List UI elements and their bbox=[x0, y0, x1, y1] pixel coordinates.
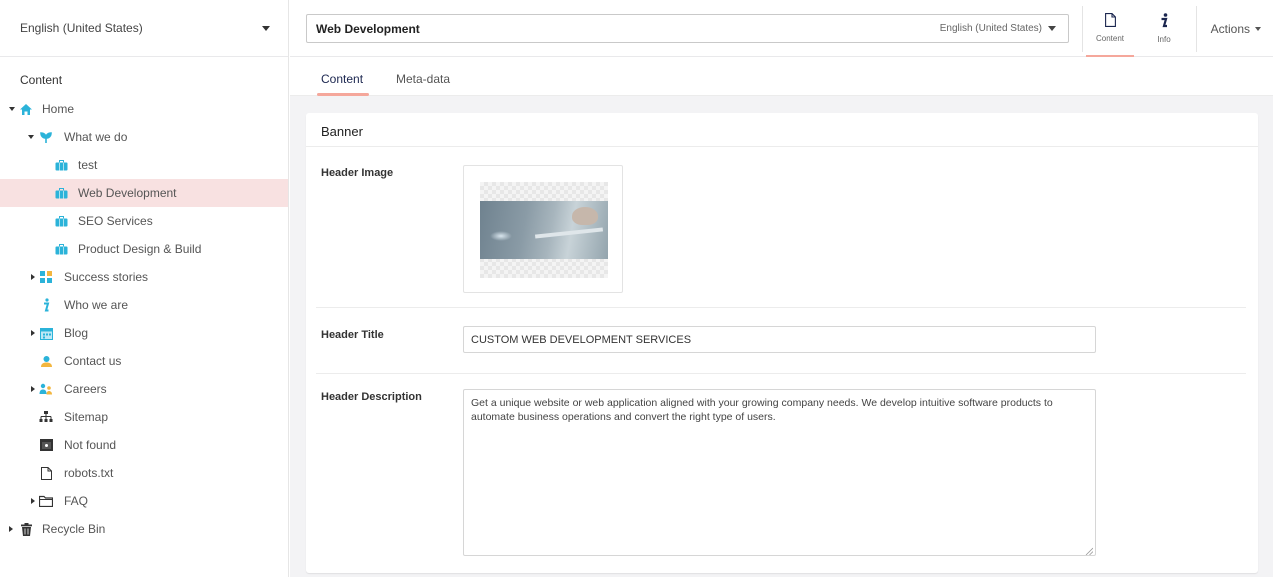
tree-item-what-we-do[interactable]: What we do bbox=[0, 123, 288, 151]
panel-title: Banner bbox=[306, 113, 1258, 147]
tree-item-label: Not found bbox=[64, 438, 117, 452]
briefcase-icon bbox=[54, 242, 68, 256]
header-description-label: Header Description bbox=[321, 391, 422, 403]
tree-item-faq[interactable]: FAQ bbox=[0, 487, 288, 515]
node-name-input[interactable]: Web Development English (United States) bbox=[306, 14, 1069, 43]
row-divider bbox=[316, 307, 1246, 308]
caret-right-icon[interactable] bbox=[31, 498, 35, 504]
tree-item-label: robots.txt bbox=[64, 466, 114, 480]
language-label: English (United States) bbox=[20, 21, 143, 35]
caret-down-icon bbox=[262, 25, 270, 31]
people-icon bbox=[39, 382, 53, 396]
tree-item-product-design-build[interactable]: Product Design & Build bbox=[0, 235, 288, 263]
editor-header: Web Development English (United States) … bbox=[290, 0, 1273, 57]
header-image-label: Header Image bbox=[321, 167, 394, 179]
tree-item-label: Web Development bbox=[78, 186, 177, 200]
caret-down-icon bbox=[1048, 26, 1056, 31]
language-selector[interactable]: English (United States) bbox=[0, 0, 288, 57]
actions-menu-button[interactable]: Actions bbox=[1211, 22, 1261, 36]
calendar-icon bbox=[39, 326, 53, 340]
tab-bar: Content Meta-data bbox=[290, 57, 1273, 96]
variant-language-label: English (United States) bbox=[939, 23, 1042, 34]
tree-item-label: Recycle Bin bbox=[42, 522, 106, 536]
document-icon bbox=[1104, 12, 1116, 30]
section-title: Content bbox=[20, 73, 63, 87]
app-info-button[interactable]: Info bbox=[1140, 0, 1188, 57]
tree-item-sitemap[interactable]: Sitemap bbox=[0, 403, 288, 431]
header-image-picker[interactable] bbox=[463, 165, 623, 293]
app-content-label: Content bbox=[1095, 33, 1125, 43]
tree-item-seo-services[interactable]: SEO Services bbox=[0, 207, 288, 235]
header-description-textarea[interactable]: Get a unique website or web application … bbox=[463, 389, 1096, 556]
caret-down-icon bbox=[1255, 27, 1261, 31]
tree-item-not-found[interactable]: Not found bbox=[0, 431, 288, 459]
tree-item-label: What we do bbox=[64, 130, 128, 144]
tab-meta-data[interactable]: Meta-data bbox=[396, 72, 450, 86]
tree-item-label: Product Design & Build bbox=[78, 242, 202, 256]
content-tree: Home What we do test Web Development SEO… bbox=[0, 95, 288, 543]
plant-icon bbox=[39, 130, 53, 144]
tree-item-label: FAQ bbox=[64, 494, 89, 508]
resize-handle-icon[interactable] bbox=[1085, 545, 1094, 556]
trash-icon bbox=[19, 522, 33, 536]
info-icon bbox=[1159, 13, 1169, 31]
document-icon bbox=[39, 466, 53, 480]
tree-item-label: Home bbox=[42, 102, 75, 116]
info-icon bbox=[39, 298, 53, 312]
app-content-button[interactable]: Content bbox=[1086, 0, 1134, 57]
variant-language-dropdown[interactable]: English (United States) bbox=[940, 23, 1056, 34]
tree-item-careers[interactable]: Careers bbox=[0, 375, 288, 403]
header-title-input[interactable]: CUSTOM WEB DEVELOPMENT SERVICES bbox=[463, 326, 1096, 353]
header-title-value: CUSTOM WEB DEVELOPMENT SERVICES bbox=[471, 334, 692, 346]
sitemap-icon bbox=[39, 410, 53, 424]
actions-label: Actions bbox=[1210, 22, 1250, 36]
tree-item-label: Contact us bbox=[64, 354, 122, 368]
tree-item-home[interactable]: Home bbox=[0, 95, 288, 123]
home-icon bbox=[19, 102, 33, 116]
caret-right-icon[interactable] bbox=[31, 274, 35, 280]
header-title-label: Header Title bbox=[321, 329, 384, 341]
header-description-value: Get a unique website or web application … bbox=[471, 397, 1053, 423]
tree-item-label: Success stories bbox=[64, 270, 149, 284]
contact-icon bbox=[39, 354, 53, 368]
tree-item-label: Careers bbox=[64, 382, 107, 396]
tree-item-web-development[interactable]: Web Development bbox=[0, 179, 288, 207]
divider bbox=[1196, 6, 1197, 52]
tree-item-test[interactable]: test bbox=[0, 151, 288, 179]
tree-item-label: Sitemap bbox=[64, 410, 109, 424]
caret-right-icon[interactable] bbox=[31, 330, 35, 336]
node-name-value: Web Development bbox=[316, 22, 420, 36]
tree-item-recycle-bin[interactable]: Recycle Bin bbox=[0, 515, 288, 543]
caret-down-icon[interactable] bbox=[9, 107, 15, 111]
sidebar: English (United States) Content Home Wha… bbox=[0, 0, 289, 577]
tree-item-robots-txt[interactable]: robots.txt bbox=[0, 459, 288, 487]
tree-item-blog[interactable]: Blog bbox=[0, 319, 288, 347]
caret-right-icon[interactable] bbox=[31, 386, 35, 392]
tree-item-label: SEO Services bbox=[78, 214, 153, 228]
tree-item-label: test bbox=[78, 158, 98, 172]
banner-panel: Banner Header Image Header Title CUSTOM … bbox=[306, 113, 1258, 573]
window-icon bbox=[39, 438, 53, 452]
tree-item-who-we-are[interactable]: Who we are bbox=[0, 291, 288, 319]
divider bbox=[1082, 6, 1083, 52]
grid-icon bbox=[39, 270, 53, 284]
briefcase-icon bbox=[54, 186, 68, 200]
briefcase-icon bbox=[54, 158, 68, 172]
tree-item-contact-us[interactable]: Contact us bbox=[0, 347, 288, 375]
caret-right-icon[interactable] bbox=[9, 526, 13, 532]
app-info-label: Info bbox=[1157, 35, 1171, 44]
briefcase-icon bbox=[54, 214, 68, 228]
caret-down-icon[interactable] bbox=[28, 135, 34, 139]
tree-item-label: Who we are bbox=[64, 298, 129, 312]
tree-item-success-stories[interactable]: Success stories bbox=[0, 263, 288, 291]
tab-content[interactable]: Content bbox=[321, 72, 363, 86]
row-divider bbox=[316, 373, 1246, 374]
tree-item-label: Blog bbox=[64, 326, 89, 340]
folder-icon bbox=[39, 494, 53, 508]
header-image-thumbnail bbox=[480, 201, 608, 259]
